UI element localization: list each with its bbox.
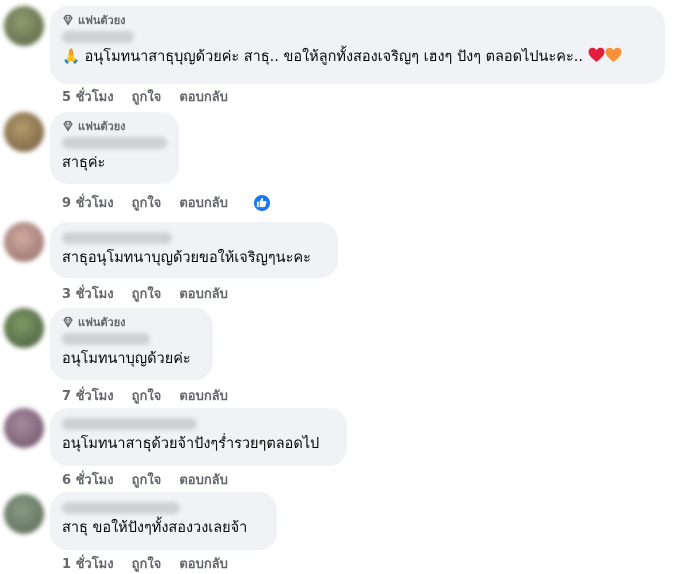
diamond-icon bbox=[63, 14, 73, 26]
like-button[interactable]: ถูกใจ bbox=[132, 553, 162, 574]
commenter-name[interactable] bbox=[62, 137, 167, 149]
top-fan-badge[interactable]: แฟนตัวยง bbox=[62, 314, 201, 330]
red-heart-emoji bbox=[588, 47, 605, 62]
avatar[interactable] bbox=[4, 408, 44, 448]
orange-heart-emoji bbox=[605, 47, 622, 62]
timestamp[interactable]: 6 ชั่วโมง bbox=[62, 469, 114, 490]
timestamp[interactable]: 3 ชั่วโมง bbox=[62, 283, 114, 304]
comment-bubble: แฟนตัวยง อนุโมทนาบุญด้วยค่ะ bbox=[50, 308, 213, 380]
reply-button[interactable]: ตอบกลับ bbox=[179, 283, 228, 304]
comment-bubble: สาธุอนุโมทนาบุญด้วยขอให้เจริญๆนะคะ bbox=[50, 222, 338, 278]
timestamp[interactable]: 7 ชั่วโมง bbox=[62, 385, 114, 406]
reply-button[interactable]: ตอบกลับ bbox=[179, 469, 228, 490]
comment-text: สาธุอนุโมทนาบุญด้วยขอให้เจริญๆนะคะ bbox=[62, 250, 311, 266]
avatar[interactable] bbox=[4, 112, 44, 152]
comment-actions: 1 ชั่วโมง ถูกใจ ตอบกลับ bbox=[62, 553, 228, 574]
comment-body: อนุโมทนาสาธุบุญด้วยค่ะ สาธุ.. ขอให้ลูกทั… bbox=[84, 49, 583, 65]
top-fan-badge[interactable]: แฟนตัวยง bbox=[62, 118, 167, 134]
reply-button[interactable]: ตอบกลับ bbox=[179, 192, 228, 213]
timestamp[interactable]: 1 ชั่วโมง bbox=[62, 553, 114, 574]
reply-button[interactable]: ตอบกลับ bbox=[179, 86, 228, 107]
comment-bubble: แฟนตัวยง 🙏 อนุโมทนาสาธุบุญด้วยค่ะ สาธุ..… bbox=[50, 6, 665, 84]
commenter-name[interactable] bbox=[62, 333, 150, 345]
comment-bubble: แฟนตัวยง สาธุค่ะ bbox=[50, 112, 179, 184]
timestamp[interactable]: 5 ชั่วโมง bbox=[62, 86, 114, 107]
comment-actions: 9 ชั่วโมง ถูกใจ ตอบกลับ bbox=[62, 192, 272, 213]
avatar[interactable] bbox=[4, 222, 44, 262]
avatar[interactable] bbox=[4, 308, 44, 348]
comment-text: 🙏 อนุโมทนาสาธุบุญด้วยค่ะ สาธุ.. ขอให้ลูก… bbox=[62, 47, 653, 67]
top-fan-badge[interactable]: แฟนตัวยง bbox=[62, 12, 653, 28]
like-button[interactable]: ถูกใจ bbox=[132, 86, 162, 107]
pray-emoji: 🙏 bbox=[62, 49, 81, 65]
avatar[interactable] bbox=[4, 6, 44, 46]
heart-emojis bbox=[588, 47, 622, 63]
like-reaction-icon[interactable] bbox=[251, 192, 272, 213]
comment-actions: 7 ชั่วโมง ถูกใจ ตอบกลับ bbox=[62, 385, 228, 406]
badge-label: แฟนตัวยง bbox=[78, 120, 126, 133]
comment-actions: 6 ชั่วโมง ถูกใจ ตอบกลับ bbox=[62, 469, 228, 490]
diamond-icon bbox=[63, 120, 73, 132]
commenter-name[interactable] bbox=[62, 31, 134, 43]
diamond-icon bbox=[63, 316, 73, 328]
comment-text: อนุโมทนาบุญด้วยค่ะ bbox=[62, 351, 191, 367]
commenter-name[interactable] bbox=[62, 418, 197, 430]
reply-button[interactable]: ตอบกลับ bbox=[179, 553, 228, 574]
like-button[interactable]: ถูกใจ bbox=[132, 283, 162, 304]
like-button[interactable]: ถูกใจ bbox=[132, 192, 162, 213]
comment-text: อนุโมทนาสาธุด้วยจ้าปังๆร่ำรวยๆตลอดไป bbox=[62, 436, 320, 452]
comment-actions: 3 ชั่วโมง ถูกใจ ตอบกลับ bbox=[62, 283, 228, 304]
comment-text: สาธุ ขอให้ปังๆทั้งสองวงเลยจ้า bbox=[62, 520, 248, 536]
badge-label: แฟนตัวยง bbox=[78, 14, 126, 27]
comment-bubble: อนุโมทนาสาธุด้วยจ้าปังๆร่ำรวยๆตลอดไป bbox=[50, 408, 347, 466]
commenter-name[interactable] bbox=[62, 232, 172, 244]
comment-text: สาธุค่ะ bbox=[62, 155, 106, 171]
comment-actions: 5 ชั่วโมง ถูกใจ ตอบกลับ bbox=[62, 86, 228, 107]
avatar[interactable] bbox=[4, 494, 44, 534]
like-button[interactable]: ถูกใจ bbox=[132, 469, 162, 490]
reply-button[interactable]: ตอบกลับ bbox=[179, 385, 228, 406]
comment-bubble: สาธุ ขอให้ปังๆทั้งสองวงเลยจ้า bbox=[50, 492, 277, 550]
like-button[interactable]: ถูกใจ bbox=[132, 385, 162, 406]
timestamp[interactable]: 9 ชั่วโมง bbox=[62, 192, 114, 213]
commenter-name[interactable] bbox=[62, 502, 180, 514]
badge-label: แฟนตัวยง bbox=[78, 316, 126, 329]
